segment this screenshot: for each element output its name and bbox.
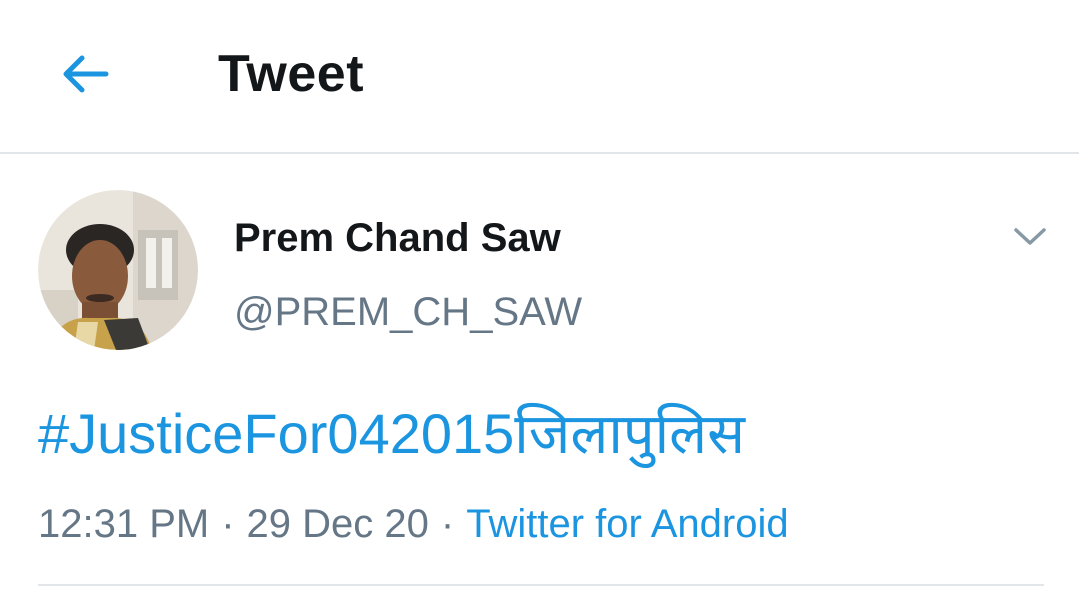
back-button[interactable] [52, 46, 116, 102]
arrow-left-icon [63, 55, 109, 93]
user-avatar-image [38, 190, 198, 350]
page-title: Tweet [218, 45, 365, 103]
avatar[interactable] [38, 190, 198, 350]
chevron-down-icon [1014, 228, 1046, 245]
author-display-name[interactable]: Prem Chand Saw [234, 212, 561, 264]
tweet-hashtag-link[interactable]: #JusticeFor042015जिलापुलिस [38, 398, 745, 470]
tweet-menu-button[interactable] [1004, 216, 1056, 258]
tweet-card: Prem Chand Saw @PREM_CH_SAW #JusticeFor0… [0, 154, 1079, 607]
meta-separator: · [440, 502, 455, 546]
top-app-bar: Tweet [0, 0, 1079, 154]
tweet-date: 29 Dec 20 [246, 502, 429, 546]
tweet-detail-screen: Tweet Prem Chand Saw @PREM_CH_SAW #Justi… [0, 0, 1079, 607]
tweet-meta: 12:31 PM · 29 Dec 20 · Twitter for Android [38, 498, 789, 550]
divider [38, 584, 1044, 586]
meta-separator: · [221, 502, 235, 546]
author-handle[interactable]: @PREM_CH_SAW [234, 286, 582, 338]
tweet-time: 12:31 PM [38, 502, 210, 546]
tweet-source-link[interactable]: Twitter for Android [466, 502, 788, 546]
